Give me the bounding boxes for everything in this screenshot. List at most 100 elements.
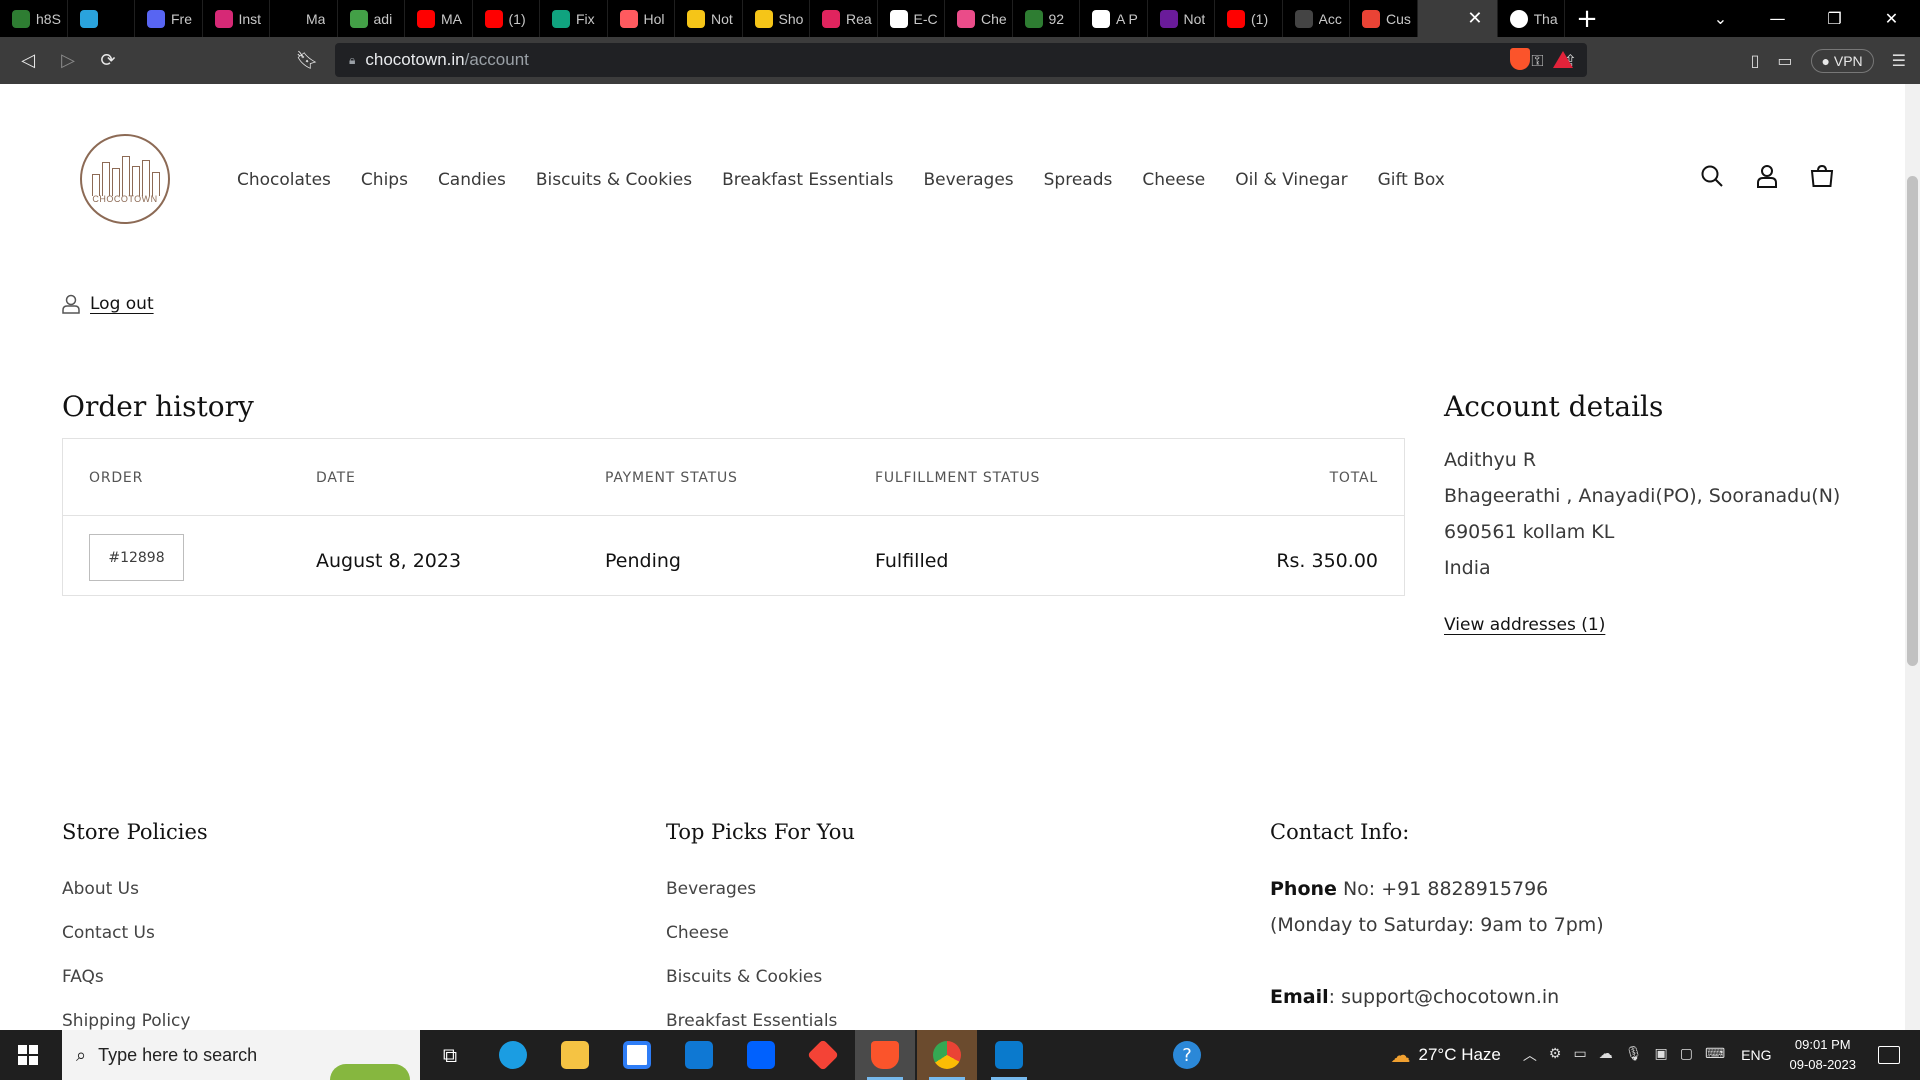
email-value[interactable]: : support@chocotown.in	[1329, 986, 1560, 1008]
keyboard-icon[interactable]: ⌨	[1705, 1045, 1725, 1065]
nav-link-beverages[interactable]: Beverages	[923, 170, 1013, 190]
footer-link-about[interactable]: About Us	[62, 879, 139, 899]
nav-link-gift-box[interactable]: Gift Box	[1378, 170, 1445, 190]
footer-link-beverages[interactable]: Beverages	[666, 879, 756, 899]
close-window-icon[interactable]: ✕	[1863, 9, 1920, 28]
search-icon[interactable]	[1700, 164, 1724, 188]
browser-tab[interactable]: Fre	[135, 0, 203, 37]
nav-link-biscuits-cookies[interactable]: Biscuits & Cookies	[536, 170, 692, 190]
key-icon[interactable]: ⚿	[1531, 51, 1543, 71]
tab-title: Fre	[171, 10, 192, 27]
nav-link-cheese[interactable]: Cheese	[1142, 170, 1205, 190]
browser-tab[interactable]: Tha	[1498, 0, 1565, 37]
footer-link-breakfast[interactable]: Breakfast Essentials	[666, 1011, 837, 1030]
help-icon[interactable]: ?	[1157, 1030, 1217, 1080]
vscode-icon[interactable]	[979, 1030, 1039, 1080]
microsoft-store-icon[interactable]	[607, 1030, 667, 1080]
nav-link-chocolates[interactable]: Chocolates	[237, 170, 331, 190]
footer-link-faqs[interactable]: FAQs	[62, 967, 104, 987]
tab-favicon-icon	[1509, 9, 1528, 28]
nav-link-chips[interactable]: Chips	[361, 170, 408, 190]
onedrive-icon[interactable]: ☁	[1599, 1045, 1613, 1065]
browser-tab[interactable]: (1)	[473, 0, 540, 37]
browser-tab[interactable]: adi	[338, 0, 405, 37]
browser-tab[interactable]: Cus	[1350, 0, 1418, 37]
nav-link-spreads[interactable]: Spreads	[1044, 170, 1113, 190]
file-explorer-icon[interactable]	[545, 1030, 605, 1080]
minimize-icon[interactable]: —	[1749, 9, 1806, 28]
task-view-icon[interactable]: ⧉	[420, 1030, 480, 1080]
tab-search-icon[interactable]: ⌄	[1692, 9, 1749, 28]
browser-tab[interactable]: Che	[945, 0, 1013, 37]
nav-link-breakfast-essentials[interactable]: Breakfast Essentials	[722, 170, 893, 190]
new-tab-button[interactable]: +	[1565, 4, 1609, 34]
tray-app-icon[interactable]: ⚙	[1549, 1045, 1562, 1065]
browser-tab[interactable]: Inst	[203, 0, 270, 37]
footer-link-shipping[interactable]: Shipping Policy	[62, 1011, 190, 1030]
nav-link-oil-vinegar[interactable]: Oil & Vinegar	[1235, 170, 1347, 190]
fulfillment-status: Fulfilled	[875, 550, 949, 572]
battery-icon[interactable]: ▭	[1573, 1045, 1586, 1065]
forward-icon[interactable]: ▷	[48, 50, 88, 71]
browser-tab[interactable]: Not	[675, 0, 743, 37]
language-indicator[interactable]: ENG	[1741, 1047, 1771, 1063]
edge-icon[interactable]	[483, 1030, 543, 1080]
browser-tab[interactable]: Rea	[810, 0, 878, 37]
tab-title: Sho	[778, 10, 804, 27]
mic-icon[interactable]: 🎙︎	[1625, 1045, 1643, 1065]
browser-tab[interactable]: MA	[405, 0, 473, 37]
browser-tab[interactable]: Not	[1148, 0, 1215, 37]
footer-link-cheese[interactable]: Cheese	[666, 923, 729, 943]
view-addresses-link[interactable]: View addresses (1)	[1444, 615, 1605, 635]
address-bar[interactable]: 🔒︎ chocotown.in/account ⚿ ⇪	[335, 43, 1587, 77]
display-icon[interactable]: ▢	[1680, 1045, 1693, 1065]
browser-tab[interactable]: Sho	[743, 0, 810, 37]
weather-icon: ☁	[1390, 1044, 1411, 1067]
browser-tab[interactable]: A P	[1080, 0, 1148, 37]
browser-tab[interactable]: 92	[1013, 0, 1080, 37]
notification-icon[interactable]	[1878, 1046, 1900, 1064]
browser-tab-active[interactable]: ✕	[1417, 0, 1498, 37]
browser-tab[interactable]: E-C	[878, 0, 945, 37]
cart-icon[interactable]	[1810, 164, 1834, 188]
browser-tab[interactable]: Hol	[608, 0, 675, 37]
browser-tab[interactable]: Ma	[270, 0, 338, 37]
order-number-link[interactable]: #12898	[89, 534, 184, 581]
brave-shields-icon[interactable]	[1510, 48, 1530, 70]
chocotown-logo[interactable]: CHOCOTOWN	[80, 134, 170, 224]
account-icon[interactable]	[1755, 164, 1779, 188]
git-kraken-icon[interactable]	[793, 1030, 853, 1080]
browser-tab[interactable]: (1)	[1215, 0, 1283, 37]
brave-taskbar-icon[interactable]	[855, 1030, 915, 1080]
user-icon	[62, 294, 80, 314]
chevron-up-icon[interactable]: ︿	[1523, 1045, 1537, 1065]
windows-start-icon[interactable]	[18, 1045, 38, 1065]
nav-link-candies[interactable]: Candies	[438, 170, 506, 190]
dropbox-icon[interactable]	[731, 1030, 791, 1080]
scrollbar-thumb[interactable]	[1907, 176, 1918, 666]
bookmark-icon[interactable]: 🔖︎	[287, 50, 327, 71]
browser-tab[interactable]	[68, 0, 135, 37]
wallet-icon[interactable]: ▭	[1777, 51, 1792, 70]
phone-label: Phone	[1270, 878, 1337, 900]
browser-tab[interactable]: h8S	[0, 0, 68, 37]
reload-icon[interactable]: ⟳	[88, 50, 128, 71]
menu-icon[interactable]: ☰	[1892, 51, 1906, 70]
footer-link-biscuits[interactable]: Biscuits & Cookies	[666, 967, 822, 987]
footer-link-contact[interactable]: Contact Us	[62, 923, 155, 943]
weather-widget[interactable]: ☁ 27°C Haze	[1390, 1043, 1500, 1068]
brave-rewards-icon[interactable]	[1553, 51, 1573, 68]
mail-icon[interactable]	[669, 1030, 729, 1080]
logout-link[interactable]: Log out	[62, 294, 154, 314]
back-icon[interactable]: ◁	[8, 50, 48, 71]
vpn-button[interactable]: ● VPN	[1810, 48, 1874, 73]
restore-icon[interactable]: ❐	[1806, 9, 1863, 28]
network-icon[interactable]: ▣	[1654, 1045, 1667, 1065]
clock[interactable]: 09:01 PM 09-08-2023	[1790, 1035, 1857, 1075]
browser-tab[interactable]: Acc	[1283, 0, 1350, 37]
taskbar-search-box[interactable]: ⌕ Type here to search	[62, 1030, 420, 1080]
browser-tab[interactable]: Fix	[540, 0, 608, 37]
sidebar-toggle-icon[interactable]: ▯	[1751, 51, 1760, 70]
chrome-icon[interactable]	[917, 1030, 977, 1080]
close-tab-icon[interactable]: ✕	[1467, 8, 1482, 29]
